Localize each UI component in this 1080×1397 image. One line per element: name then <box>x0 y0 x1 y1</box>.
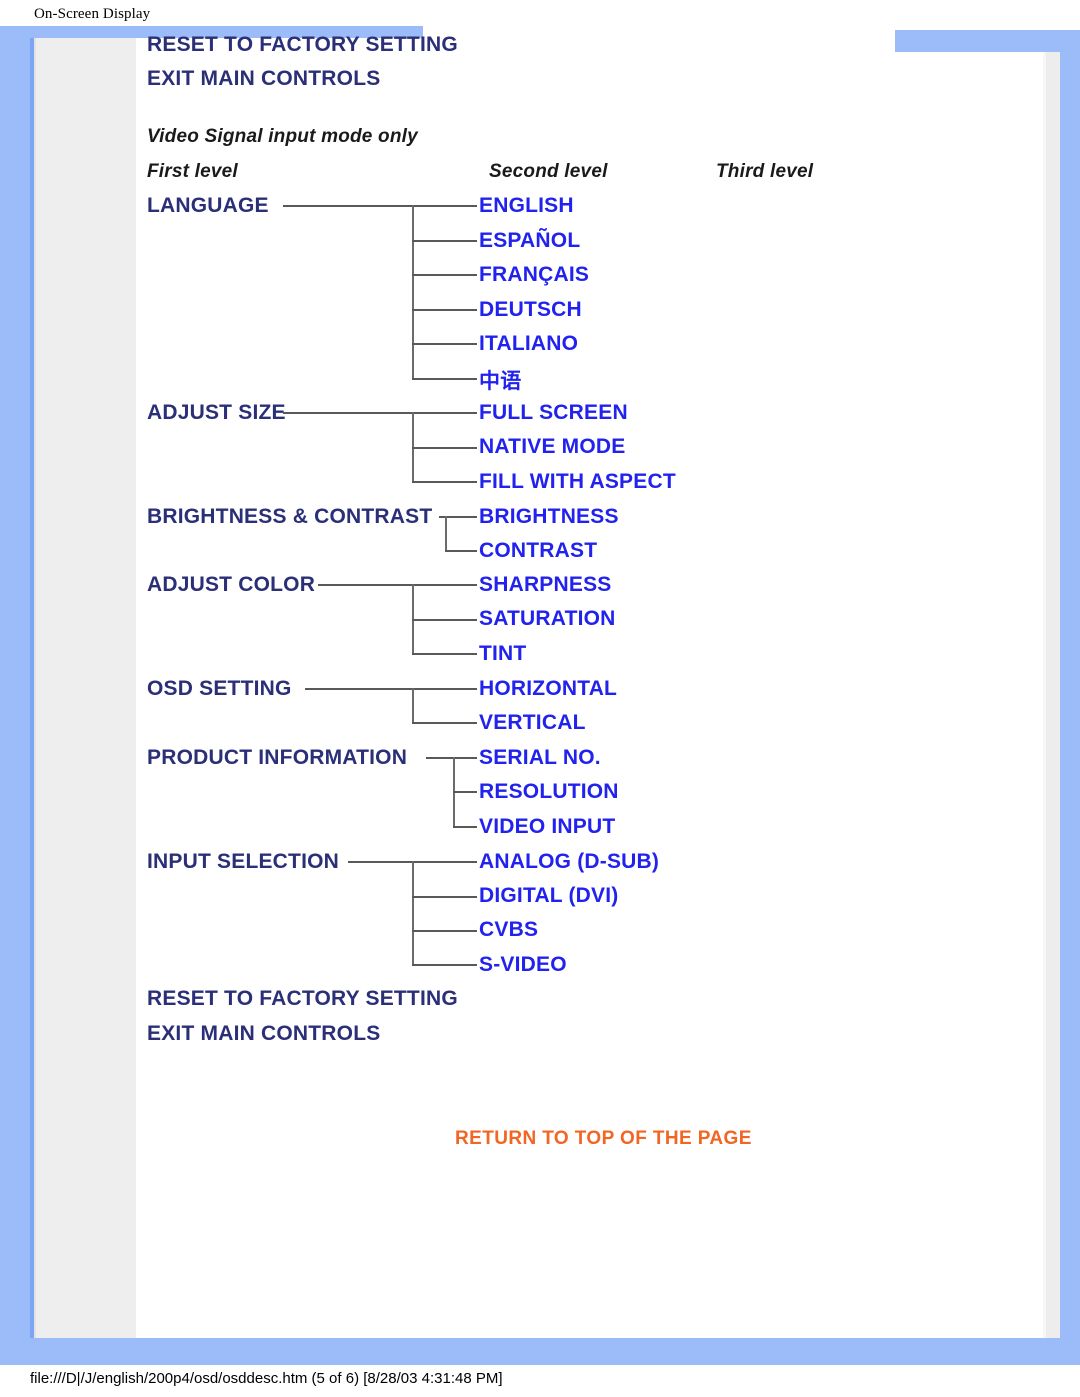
menu-option-fill-with-aspect[interactable]: FILL WITH ASPECT <box>479 470 676 494</box>
menu-option-english[interactable]: ENGLISH <box>479 194 574 218</box>
column-header-third-level: Third level <box>716 161 814 182</box>
column-header-first-level: First level <box>147 161 238 182</box>
menu-option-cvbs[interactable]: CVBS <box>479 918 538 942</box>
connector-adjust-size-main <box>283 412 477 414</box>
menu-item-exit-main-controls-top[interactable]: EXIT MAIN CONTROLS <box>147 67 380 91</box>
menu-option-analog-d-sub[interactable]: ANALOG (D-SUB) <box>479 850 659 874</box>
connector-adjust-color-main <box>318 584 477 586</box>
menu-item-product-information[interactable]: PRODUCT INFORMATION <box>147 746 407 770</box>
connector-input-selection-spine <box>412 861 414 965</box>
menu-option-full-screen[interactable]: FULL SCREEN <box>479 401 628 425</box>
connector-adjust-color-branch-2 <box>412 619 477 621</box>
menu-option-chinese[interactable]: 中语 <box>479 365 521 395</box>
connector-language-branch-4 <box>412 309 477 311</box>
return-to-top-link[interactable]: RETURN TO TOP OF THE PAGE <box>455 1128 752 1150</box>
connector-input-selection-branch-2 <box>412 896 477 898</box>
osd-menu-tree-content: RESET TO FACTORY SETTING EXIT MAIN CONTR… <box>0 0 1080 1397</box>
connector-brightness-branch-2 <box>445 550 477 552</box>
menu-option-resolution[interactable]: RESOLUTION <box>479 780 619 804</box>
connector-brightness-spine <box>445 516 447 551</box>
column-header-second-level: Second level <box>489 161 608 182</box>
menu-item-reset-to-factory-setting-top[interactable]: RESET TO FACTORY SETTING <box>147 33 458 57</box>
menu-item-adjust-color[interactable]: ADJUST COLOR <box>147 573 315 597</box>
menu-option-contrast[interactable]: CONTRAST <box>479 539 597 563</box>
menu-option-francais[interactable]: FRANÇAIS <box>479 263 589 287</box>
section-note: Video Signal input mode only <box>147 126 418 147</box>
connector-osd-setting-main <box>305 688 477 690</box>
connector-osd-setting-spine <box>412 688 414 723</box>
footer-file-path: file:///D|/J/english/200p4/osd/osddesc.h… <box>30 1370 503 1387</box>
menu-option-video-input[interactable]: VIDEO INPUT <box>479 815 615 839</box>
menu-option-deutsch[interactable]: DEUTSCH <box>479 298 582 322</box>
menu-option-brightness[interactable]: BRIGHTNESS <box>479 505 619 529</box>
menu-option-tint[interactable]: TINT <box>479 642 526 666</box>
menu-option-saturation[interactable]: SATURATION <box>479 607 616 631</box>
menu-item-osd-setting[interactable]: OSD SETTING <box>147 677 292 701</box>
menu-option-espanol[interactable]: ESPAÑOL <box>479 229 580 253</box>
menu-item-language[interactable]: LANGUAGE <box>147 194 269 218</box>
menu-item-adjust-size[interactable]: ADJUST SIZE <box>147 401 286 425</box>
connector-input-selection-branch-3 <box>412 930 477 932</box>
connector-language-spine <box>412 205 414 379</box>
connector-language-branch-6 <box>412 378 477 380</box>
menu-option-digital-dvi[interactable]: DIGITAL (DVI) <box>479 884 618 908</box>
menu-option-sharpness[interactable]: SHARPNESS <box>479 573 612 597</box>
connector-osd-setting-branch-2 <box>412 722 477 724</box>
menu-option-s-video[interactable]: S-VIDEO <box>479 953 567 977</box>
connector-language-branch-2 <box>412 240 477 242</box>
menu-item-reset-to-factory-setting-bottom[interactable]: RESET TO FACTORY SETTING <box>147 987 458 1011</box>
menu-option-native-mode[interactable]: NATIVE MODE <box>479 435 625 459</box>
menu-item-exit-main-controls-bottom[interactable]: EXIT MAIN CONTROLS <box>147 1022 380 1046</box>
connector-language-branch-3 <box>412 274 477 276</box>
menu-item-input-selection[interactable]: INPUT SELECTION <box>147 850 339 874</box>
connector-input-selection-branch-4 <box>412 964 477 966</box>
connector-adjust-size-branch-2 <box>412 447 477 449</box>
menu-option-horizontal[interactable]: HORIZONTAL <box>479 677 617 701</box>
connector-adjust-color-branch-3 <box>412 653 477 655</box>
menu-option-serial-no[interactable]: SERIAL NO. <box>479 746 601 770</box>
connector-product-info-branch-3 <box>453 826 477 828</box>
connector-adjust-size-branch-3 <box>412 481 477 483</box>
menu-option-italiano[interactable]: ITALIANO <box>479 332 578 356</box>
connector-language-branch-5 <box>412 343 477 345</box>
connector-product-info-main <box>426 757 477 759</box>
connector-product-info-branch-2 <box>453 791 477 793</box>
menu-item-brightness-and-contrast[interactable]: BRIGHTNESS & CONTRAST <box>147 505 432 529</box>
menu-option-vertical[interactable]: VERTICAL <box>479 711 586 735</box>
connector-language-main <box>283 205 477 207</box>
